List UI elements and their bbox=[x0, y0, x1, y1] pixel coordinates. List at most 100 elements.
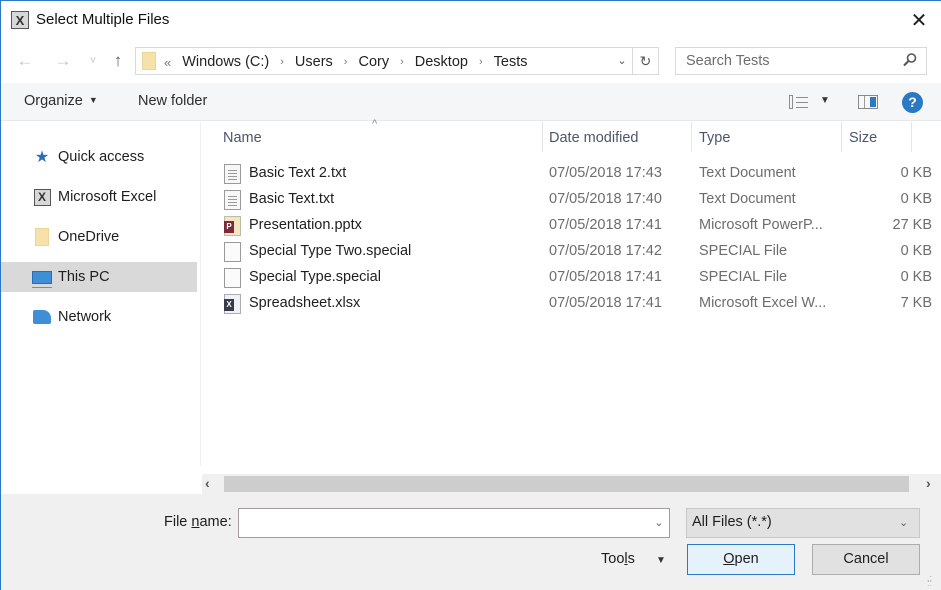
search-input[interactable]: Search Tests bbox=[675, 47, 927, 75]
breadcrumb-separator-icon[interactable]: › bbox=[344, 56, 348, 68]
file-row[interactable]: P Presentation.pptx 07/05/2018 17:41 Mic… bbox=[202, 213, 941, 239]
close-button[interactable]: ✕ bbox=[906, 9, 932, 33]
file-row[interactable]: Special Type Two.special 07/05/2018 17:4… bbox=[202, 239, 941, 265]
column-divider[interactable] bbox=[841, 122, 842, 152]
address-dropdown-icon[interactable]: ⌄ bbox=[614, 52, 630, 70]
horizontal-scrollbar[interactable]: ‹ › bbox=[202, 474, 941, 494]
text-file-icon bbox=[224, 190, 241, 210]
caret-down-icon: ▼ bbox=[88, 95, 98, 105]
search-icon[interactable] bbox=[902, 52, 918, 71]
folder-icon bbox=[32, 228, 52, 246]
excel-icon: X bbox=[32, 188, 52, 206]
bottom-panel: File name: ⌄ All Files (*.*) ⌄ Tools ▼ O… bbox=[1, 494, 941, 590]
sidebar-item-label: This PC bbox=[58, 269, 110, 285]
sort-ascending-icon: ^ bbox=[372, 118, 378, 130]
preview-pane-icon[interactable] bbox=[858, 95, 878, 109]
network-icon bbox=[32, 308, 52, 326]
file-size: 0 KB bbox=[900, 191, 932, 207]
up-button[interactable]: ↑ bbox=[108, 51, 128, 71]
tools-button[interactable]: Tools bbox=[601, 551, 635, 567]
sidebar-item-label: Network bbox=[58, 309, 112, 325]
file-row[interactable]: X Spreadsheet.xlsx 07/05/2018 17:41 Micr… bbox=[202, 291, 941, 317]
breadcrumb-cory[interactable]: Cory bbox=[358, 54, 389, 70]
sidebar-item-quick-access[interactable]: ★ Quick access bbox=[1, 142, 197, 172]
breadcrumb-tests[interactable]: Tests bbox=[494, 54, 528, 70]
file-size: 0 KB bbox=[900, 243, 932, 259]
file-name: Spreadsheet.xlsx bbox=[249, 295, 361, 311]
breadcrumb-users[interactable]: Users bbox=[295, 54, 333, 70]
file-size: 7 KB bbox=[900, 295, 932, 311]
scroll-left-icon[interactable]: ‹ bbox=[205, 475, 210, 491]
open-button[interactable]: Open bbox=[687, 544, 795, 575]
address-bar[interactable]: « Windows (C:) › Users › Cory › Desktop … bbox=[135, 47, 633, 75]
breadcrumb-desktop[interactable]: Desktop bbox=[415, 54, 468, 70]
file-name: Special Type.special bbox=[249, 269, 381, 285]
breadcrumb-separator-icon[interactable]: › bbox=[400, 56, 404, 68]
file-size: 27 KB bbox=[892, 217, 933, 233]
tools-caret-icon[interactable]: ▼ bbox=[656, 555, 666, 566]
file-name-input[interactable] bbox=[238, 508, 670, 538]
file-name-label: File name: bbox=[164, 514, 232, 530]
forward-button[interactable]: → bbox=[53, 51, 73, 71]
overflow-chevron-icon[interactable]: « bbox=[164, 55, 171, 70]
help-icon[interactable]: ? bbox=[902, 92, 923, 113]
breadcrumb: « Windows (C:) › Users › Cory › Desktop … bbox=[164, 52, 527, 72]
column-divider[interactable] bbox=[911, 122, 912, 152]
breadcrumb-separator-icon[interactable]: › bbox=[280, 56, 284, 68]
breadcrumb-separator-icon[interactable]: › bbox=[479, 56, 483, 68]
file-date: 07/05/2018 17:40 bbox=[549, 191, 662, 207]
star-icon: ★ bbox=[34, 149, 50, 166]
powerpoint-file-icon: P bbox=[224, 216, 241, 236]
refresh-button[interactable]: ↻ bbox=[633, 47, 659, 75]
recent-locations-button[interactable]: ˅ bbox=[83, 51, 103, 71]
sidebar-item-this-pc[interactable]: This PC bbox=[1, 262, 197, 292]
folder-icon bbox=[142, 52, 156, 70]
new-folder-button[interactable]: New folder bbox=[138, 93, 207, 109]
column-divider[interactable] bbox=[691, 122, 692, 152]
view-options-caret-icon[interactable]: ▼ bbox=[820, 95, 830, 106]
cancel-button[interactable]: Cancel bbox=[812, 544, 920, 575]
sidebar-item-label: Quick access bbox=[58, 149, 145, 165]
column-header-name[interactable]: Name bbox=[223, 130, 262, 146]
back-button[interactable]: ← bbox=[15, 51, 35, 71]
resize-grip-icon[interactable]: .::: bbox=[927, 574, 932, 588]
column-header-size[interactable]: Size bbox=[849, 130, 877, 146]
file-date: 07/05/2018 17:41 bbox=[549, 269, 662, 285]
file-date: 07/05/2018 17:41 bbox=[549, 217, 662, 233]
sidebar-item-network[interactable]: Network bbox=[1, 302, 197, 332]
file-type-filter-select[interactable]: All Files (*.*) ⌄ bbox=[686, 508, 920, 538]
computer-icon bbox=[32, 268, 52, 288]
file-date: 07/05/2018 17:42 bbox=[549, 243, 662, 259]
dialog-title: Select Multiple Files bbox=[36, 11, 170, 28]
chevron-down-icon: ⌄ bbox=[899, 517, 909, 529]
scroll-right-icon[interactable]: › bbox=[926, 475, 931, 491]
breadcrumb-windows-c[interactable]: Windows (C:) bbox=[182, 54, 269, 70]
file-row[interactable]: Basic Text 2.txt 07/05/2018 17:43 Text D… bbox=[202, 161, 941, 187]
scrollbar-thumb[interactable] bbox=[224, 476, 909, 492]
organize-label: Organize bbox=[24, 93, 83, 109]
column-header-type[interactable]: Type bbox=[699, 130, 730, 146]
column-divider[interactable] bbox=[542, 122, 543, 152]
sidebar-item-onedrive[interactable]: OneDrive bbox=[1, 222, 197, 252]
file-open-dialog: X Select Multiple Files ✕ ← → ˅ ↑ « Wind… bbox=[0, 0, 941, 590]
blank-file-icon bbox=[224, 268, 241, 288]
organize-button[interactable]: Organize ▼ bbox=[24, 93, 98, 109]
excel-app-icon: X bbox=[11, 11, 29, 29]
file-row[interactable]: Special Type.special 07/05/2018 17:41 SP… bbox=[202, 265, 941, 291]
view-details-icon[interactable] bbox=[789, 94, 809, 110]
command-toolbar: Organize ▼ New folder ▼ ? bbox=[1, 83, 941, 121]
file-list: ^ Name Date modified Type Size Basic Tex… bbox=[202, 118, 941, 474]
navigation-pane: ★ Quick access X Microsoft Excel OneDriv… bbox=[1, 122, 201, 466]
file-row[interactable]: Basic Text.txt 07/05/2018 17:40 Text Doc… bbox=[202, 187, 941, 213]
text-file-icon bbox=[224, 164, 241, 184]
file-name-dropdown-icon[interactable]: ⌄ bbox=[649, 508, 669, 538]
file-type: Text Document bbox=[699, 191, 796, 207]
file-type: SPECIAL File bbox=[699, 243, 788, 259]
file-type: Microsoft Excel W... bbox=[699, 295, 827, 311]
title-bar: X Select Multiple Files ✕ bbox=[1, 1, 941, 41]
file-date: 07/05/2018 17:41 bbox=[549, 295, 662, 311]
file-size: 0 KB bbox=[900, 165, 932, 181]
sidebar-item-microsoft-excel[interactable]: X Microsoft Excel bbox=[1, 182, 197, 212]
column-header-date-modified[interactable]: Date modified bbox=[549, 130, 638, 146]
file-date: 07/05/2018 17:43 bbox=[549, 165, 662, 181]
